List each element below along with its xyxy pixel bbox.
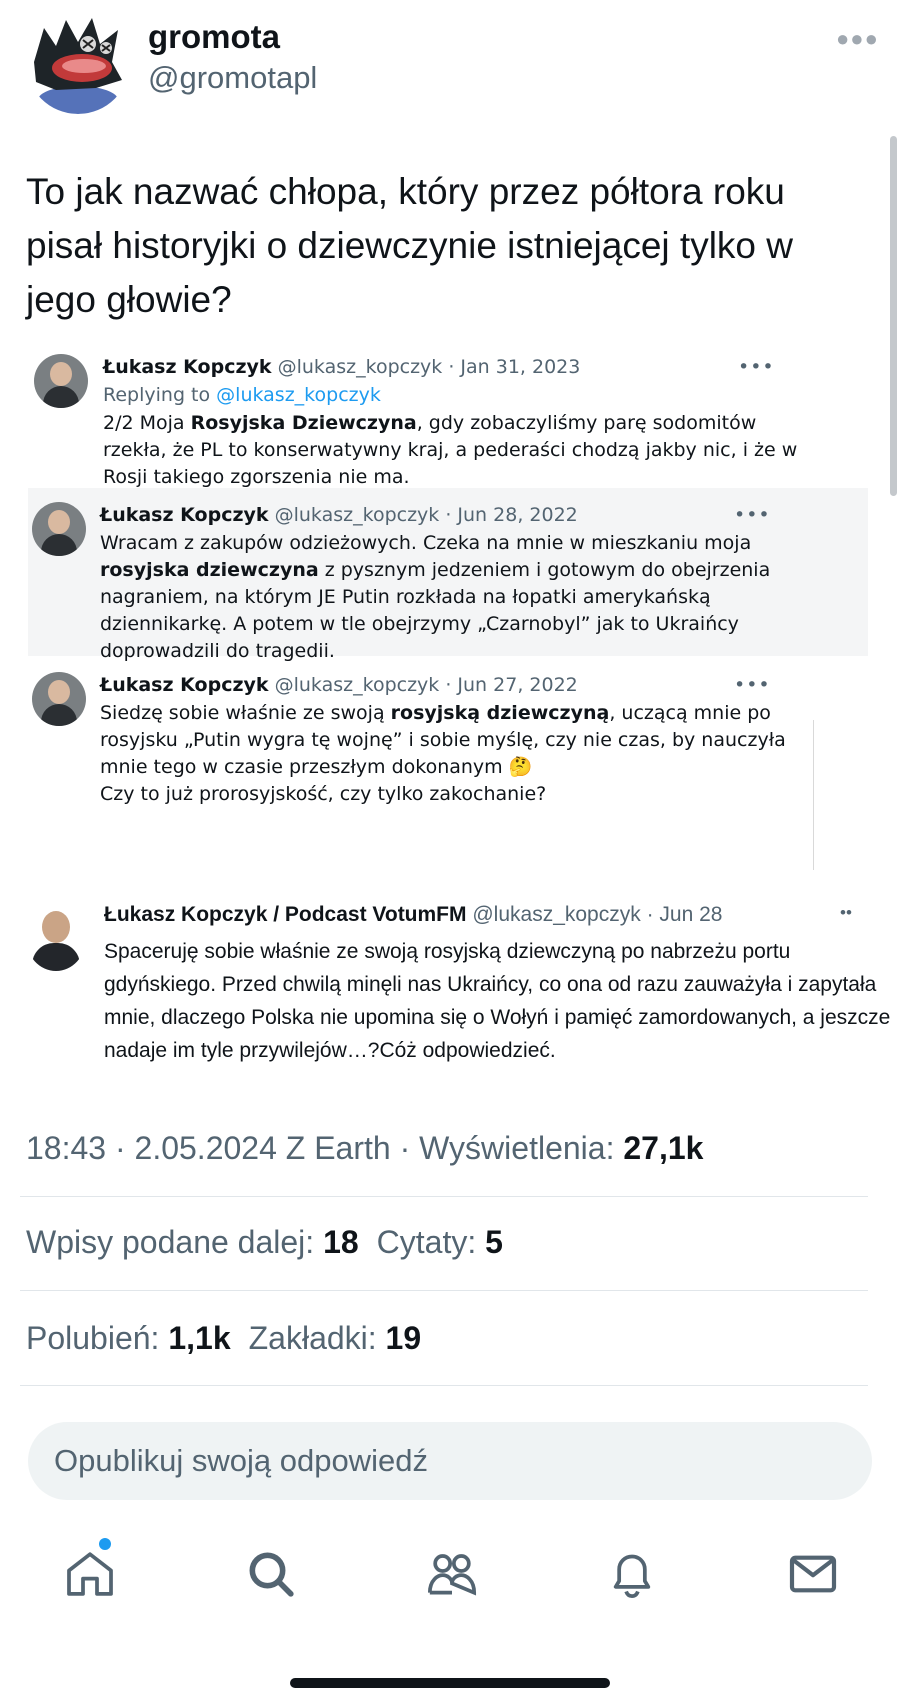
more-options-icon[interactable]: ●●● [836,26,879,52]
nav-home[interactable] [55,1538,125,1610]
reply-box[interactable] [28,1422,872,1500]
replying-to: Replying to @lukasz_kopczyk [103,384,381,406]
stats-row-likes: Polubień: 1,1k Zakładki: 19 [26,1320,421,1357]
author-handle[interactable]: @gromotapl [148,60,317,96]
embedded-author-name: Łukasz Kopczyk [100,504,269,526]
embedded-tweet-header: Łukasz Kopczyk / Podcast VotumFM @lukasz… [104,903,722,927]
home-icon [67,1552,113,1596]
bookmarks-label[interactable]: Zakładki: [249,1320,386,1356]
bookmarks-count[interactable]: 19 [386,1320,422,1356]
avatar[interactable] [26,10,130,114]
nav-notifications[interactable] [597,1540,667,1610]
embedded-tweet-text: Wracam z zakupów odzieżowych. Czeka na m… [100,530,820,665]
tweet-metadata: 18:43 · 2.05.2024 Z Earth · Wyświetlenia… [26,1130,703,1167]
scrollbar[interactable] [890,136,897,496]
nav-messages[interactable] [778,1540,848,1610]
quotes-count[interactable]: 5 [485,1224,503,1260]
likes-label[interactable]: Polubień: [26,1320,168,1356]
nav-communities[interactable] [417,1540,487,1610]
text-part: Czy to już prorosyjskość, czy tylko zako… [100,783,547,805]
embedded-avatar [26,905,86,971]
reply-input[interactable] [54,1422,834,1500]
text-part: Wracam z zakupów odzieżowych. Czeka na m… [100,532,752,554]
quotes-label[interactable]: Cytaty: [377,1224,485,1260]
reposts-count[interactable]: 18 [323,1224,359,1260]
embedded-more-icon: ••• [734,674,771,696]
home-indicator[interactable] [290,1678,610,1688]
embedded-more-icon: ••• [734,504,771,526]
notification-dot [99,1538,111,1550]
reposts-label[interactable]: Wpisy podane dalej: [26,1224,323,1260]
divider [20,1290,868,1291]
embedded-tweet-text: 2/2 Moja Rosyjska Dziewczyna, gdy zobacz… [103,410,823,491]
embedded-author-name: Łukasz Kopczyk / Podcast VotumFM [104,903,467,926]
embedded-avatar [34,354,88,408]
views-count[interactable]: 27,1k [623,1130,703,1166]
embedded-author-name: Łukasz Kopczyk [100,674,269,696]
embedded-handle-date: @lukasz_kopczyk · Jun 28 [472,903,723,926]
embedded-handle-date: @lukasz_kopczyk · Jan 31, 2023 [277,356,581,378]
text-part: Siedzę sobie właśnie ze swoją [100,702,391,724]
messages-icon [789,1555,837,1593]
embedded-tweet-header: Łukasz Kopczyk @lukasz_kopczyk · Jan 31,… [103,356,580,378]
embedded-avatar [32,672,86,726]
nav-search[interactable] [236,1540,306,1610]
divider [20,1385,868,1386]
embedded-tweet-header: Łukasz Kopczyk @lukasz_kopczyk · Jun 27,… [100,674,578,696]
embedded-more-icon: ••• [738,356,775,378]
notifications-icon [613,1554,651,1599]
text-part: 2/2 Moja [103,412,191,434]
embedded-more-icon: •• [840,903,852,922]
bottom-nav [0,1538,900,1620]
replying-prefix: Replying to [103,384,211,406]
communities-icon [427,1554,477,1596]
search-icon [249,1552,294,1597]
author-name[interactable]: gromota [148,18,280,56]
stats-row-reposts: Wpisy podane dalej: 18 Cytaty: 5 [26,1224,503,1261]
replying-handle: @lukasz_kopczyk [216,384,381,406]
embedded-handle-date: @lukasz_kopczyk · Jun 28, 2022 [274,504,578,526]
embedded-tweet-text: Siedzę sobie właśnie ze swoją rosyjską d… [100,700,790,808]
timestamp: 18:43 · 2.05.2024 Z Earth · Wyświetlenia… [26,1130,624,1166]
text-bold: Rosyjska Dziewczyna [190,412,417,434]
text-bold: rosyjską dziewczyną [390,702,610,724]
text-bold: rosyjska dziewczyna [100,559,319,581]
divider [20,1196,868,1197]
embedded-handle-date: @lukasz_kopczyk · Jun 27, 2022 [274,674,578,696]
divider-line [813,720,814,870]
embedded-tweet-header: Łukasz Kopczyk @lukasz_kopczyk · Jun 28,… [100,504,578,526]
embedded-author-name: Łukasz Kopczyk [103,356,272,378]
embedded-avatar [32,502,86,556]
tweet-text: To jak nazwać chłopa, który przez półtor… [26,171,794,320]
avatar-image [34,18,122,114]
likes-count[interactable]: 1,1k [168,1320,230,1356]
embedded-tweet-text: Spaceruję sobie właśnie ze swoją rosyjsk… [104,940,891,1062]
